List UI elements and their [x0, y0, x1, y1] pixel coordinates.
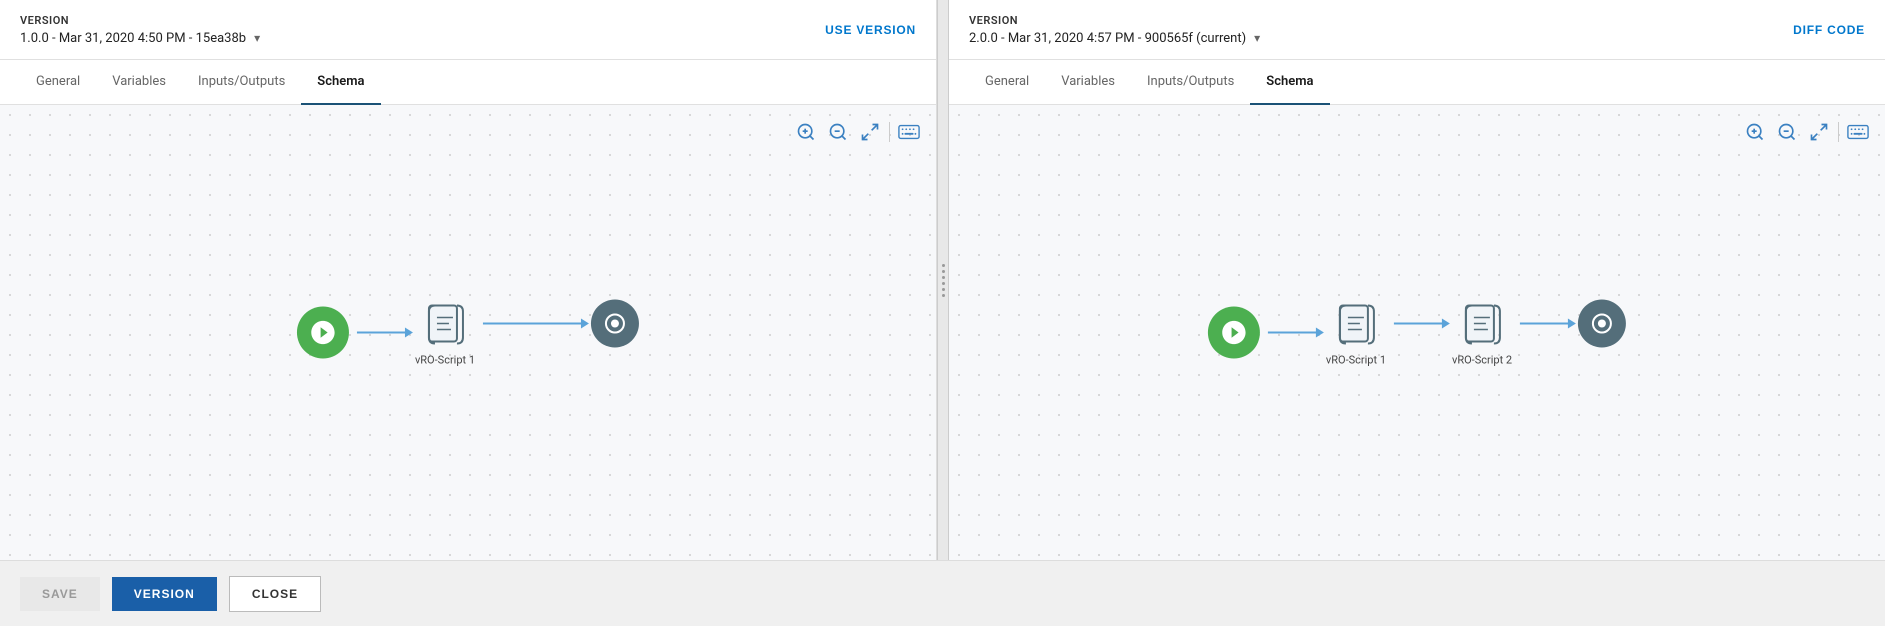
- save-button: SAVE: [20, 577, 100, 611]
- right-version-label: Version: [969, 14, 1260, 27]
- left-schema-canvas: vRO-Script 1: [0, 105, 936, 560]
- splitter-dot-1: [942, 264, 945, 267]
- left-tabs: General Variables Inputs/Outputs Schema: [0, 60, 936, 105]
- left-keyboard-icon[interactable]: [896, 119, 922, 145]
- splitter-dot-6: [942, 294, 945, 297]
- footer: SAVE VERSION CLOSE: [0, 560, 1885, 626]
- right-script-1-label: vRO-Script 1: [1326, 353, 1386, 366]
- left-version-selector[interactable]: 1.0.0 - Mar 31, 2020 4:50 PM - 15ea38b ▾: [20, 31, 260, 46]
- left-tab-general[interactable]: General: [20, 60, 96, 105]
- left-arrow-2: [483, 323, 583, 325]
- right-version-header: Version 2.0.0 - Mar 31, 2020 4:57 PM - 9…: [949, 0, 1885, 60]
- left-zoom-out-icon[interactable]: [825, 119, 851, 145]
- right-flow-diagram: vRO-Script 1 vRO-Script 2: [1208, 299, 1626, 366]
- left-flow-diagram: vRO-Script 1: [297, 299, 639, 366]
- left-panel: Version 1.0.0 - Mar 31, 2020 4:50 PM - 1…: [0, 0, 937, 560]
- right-version-selector[interactable]: 2.0.0 - Mar 31, 2020 4:57 PM - 900565f (…: [969, 31, 1260, 46]
- right-script-node-2: vRO-Script 2: [1452, 299, 1512, 366]
- left-tab-variables[interactable]: Variables: [96, 60, 182, 105]
- splitter-dot-4: [942, 282, 945, 285]
- splitter-dot-5: [942, 288, 945, 291]
- right-end-node: [1578, 300, 1626, 348]
- left-version-label: Version: [20, 14, 260, 27]
- right-keyboard-icon[interactable]: [1845, 119, 1871, 145]
- right-arrow-2: [1394, 323, 1444, 325]
- right-tab-general[interactable]: General: [969, 60, 1045, 105]
- right-version-chevron-icon[interactable]: ▾: [1254, 31, 1260, 45]
- right-tab-schema[interactable]: Schema: [1250, 60, 1329, 105]
- splitter-dot-3: [942, 276, 945, 279]
- right-canvas-divider: [1838, 122, 1839, 142]
- right-tabs: General Variables Inputs/Outputs Schema: [949, 60, 1885, 105]
- right-fit-icon[interactable]: [1806, 119, 1832, 145]
- right-schema-canvas: vRO-Script 1 vRO-Script 2: [949, 105, 1885, 560]
- close-button[interactable]: CLOSE: [229, 576, 321, 612]
- diff-code-button[interactable]: DIFF CODE: [1793, 23, 1865, 37]
- left-zoom-in-icon[interactable]: [793, 119, 819, 145]
- right-zoom-in-icon[interactable]: [1742, 119, 1768, 145]
- splitter-dot-2: [942, 270, 945, 273]
- panel-splitter[interactable]: [937, 0, 949, 560]
- right-tab-variables[interactable]: Variables: [1045, 60, 1131, 105]
- left-fit-icon[interactable]: [857, 119, 883, 145]
- left-canvas-divider: [889, 122, 890, 142]
- left-start-node: [297, 307, 349, 359]
- right-version-group: Version 2.0.0 - Mar 31, 2020 4:57 PM - 9…: [969, 14, 1260, 46]
- right-arrow-1: [1268, 332, 1318, 334]
- left-version-header: Version 1.0.0 - Mar 31, 2020 4:50 PM - 1…: [0, 0, 936, 60]
- right-arrow-3: [1520, 323, 1570, 325]
- left-arrow-1: [357, 332, 407, 334]
- use-version-button[interactable]: USE VERSION: [825, 23, 916, 37]
- left-end-node: [591, 300, 639, 348]
- right-canvas-toolbar: [1742, 119, 1871, 145]
- left-script-node-1: vRO-Script 1: [415, 299, 475, 366]
- left-version-value: 1.0.0 - Mar 31, 2020 4:50 PM - 15ea38b: [20, 31, 246, 46]
- left-tab-inputs-outputs[interactable]: Inputs/Outputs: [182, 60, 301, 105]
- right-start-node: [1208, 307, 1260, 359]
- right-panel: Version 2.0.0 - Mar 31, 2020 4:57 PM - 9…: [949, 0, 1885, 560]
- left-tab-schema[interactable]: Schema: [301, 60, 380, 105]
- right-tab-inputs-outputs[interactable]: Inputs/Outputs: [1131, 60, 1250, 105]
- right-version-value: 2.0.0 - Mar 31, 2020 4:57 PM - 900565f (…: [969, 31, 1246, 46]
- right-zoom-out-icon[interactable]: [1774, 119, 1800, 145]
- version-button[interactable]: VERSION: [112, 577, 217, 611]
- right-script-node-1: vRO-Script 1: [1326, 299, 1386, 366]
- left-version-chevron-icon[interactable]: ▾: [254, 31, 260, 45]
- left-version-group: Version 1.0.0 - Mar 31, 2020 4:50 PM - 1…: [20, 14, 260, 46]
- right-script-2-label: vRO-Script 2: [1452, 353, 1512, 366]
- left-canvas-toolbar: [793, 119, 922, 145]
- left-script-1-label: vRO-Script 1: [415, 353, 475, 366]
